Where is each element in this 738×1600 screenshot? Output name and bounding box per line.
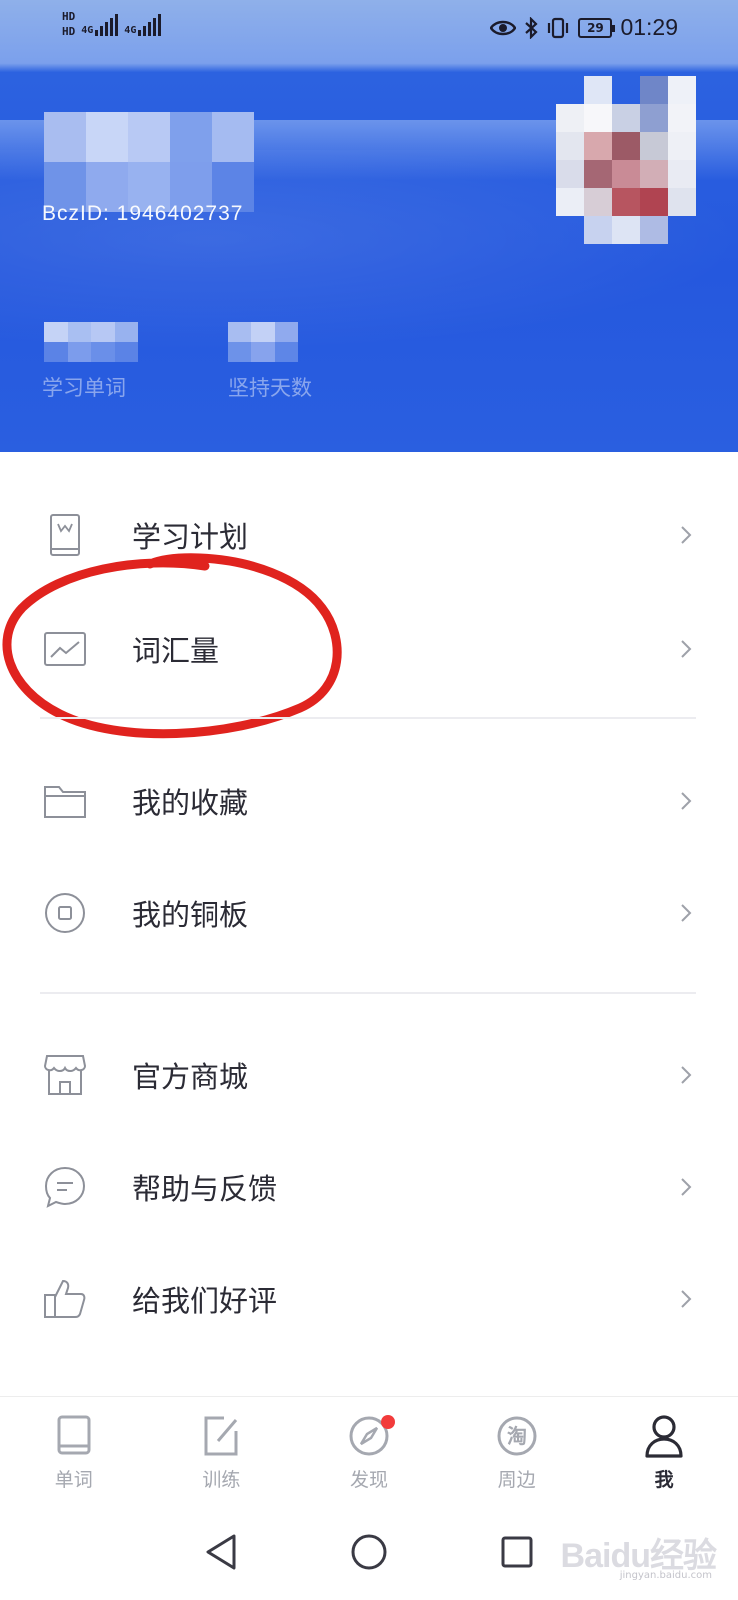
menu-shop[interactable]: 官方商城 — [0, 1020, 738, 1130]
shop-icon — [42, 1052, 88, 1098]
clock: 01:29 — [620, 14, 678, 40]
tab-label-training: 训练 — [202, 1469, 241, 1491]
status-bar: HD HD 4G 4G 29 01:29 — [0, 0, 738, 58]
chevron-right-icon — [676, 791, 696, 811]
hd-2: HD — [62, 25, 76, 38]
hd-1: HD — [62, 10, 76, 23]
username-redacted — [44, 112, 254, 212]
chat-icon — [42, 1164, 88, 1210]
stat-label-words: 学习单词 — [42, 376, 126, 400]
signal-1-icon — [95, 10, 119, 36]
chevron-right-icon — [676, 639, 696, 659]
menu-label-vocabulary: 词汇量 — [132, 634, 220, 668]
recents-icon[interactable] — [494, 1529, 540, 1575]
coin-icon — [42, 890, 88, 936]
back-icon[interactable] — [198, 1529, 244, 1575]
divider — [40, 717, 696, 719]
chevron-right-icon — [676, 1289, 696, 1309]
tab-me[interactable]: 我 — [590, 1397, 738, 1504]
tab-label-discover: 发现 — [349, 1469, 388, 1491]
divider — [40, 992, 696, 994]
menu-label-shop: 官方商城 — [132, 1060, 249, 1094]
menu-label-rate-us: 给我们好评 — [132, 1284, 278, 1318]
avatar[interactable] — [556, 76, 696, 244]
tab-nearby[interactable]: 淘 周边 — [443, 1397, 591, 1504]
menu-coins[interactable]: 我的铜板 — [0, 858, 738, 968]
bluetooth-icon — [525, 16, 539, 39]
chevron-right-icon — [676, 1065, 696, 1085]
network-2-label: 4G — [124, 25, 137, 36]
tab-discover[interactable]: 发现 — [295, 1397, 443, 1504]
network-1-label: 4G — [81, 25, 94, 36]
vibrate-icon — [548, 17, 569, 38]
watermark-url: jingyan.baidu.com — [619, 1570, 712, 1581]
battery-icon: 29 — [578, 17, 616, 38]
app-screen: HD HD 4G 4G 29 01:29 BczID: 1946402737 学… — [0, 0, 738, 1600]
eye-icon — [490, 20, 517, 35]
tab-training[interactable]: 训练 — [148, 1397, 296, 1504]
tab-label-nearby: 周边 — [497, 1469, 536, 1491]
menu-label-favorites: 我的收藏 — [132, 786, 249, 820]
network-2: 4G — [124, 10, 162, 36]
signal-2-icon — [138, 10, 162, 36]
notification-badge — [381, 1415, 396, 1429]
status-right: 29 01:29 — [490, 14, 678, 41]
tab-label-me: 我 — [654, 1469, 674, 1491]
days-value-redacted — [228, 322, 298, 362]
profile-header: HD HD 4G 4G 29 01:29 BczID: 1946402737 学… — [0, 0, 738, 452]
user-icon — [641, 1413, 687, 1459]
menu-vocabulary[interactable]: 词汇量 — [0, 594, 738, 704]
hd-indicators: HD HD — [62, 10, 75, 38]
edit-icon — [198, 1413, 244, 1459]
tab-label-words: 单词 — [54, 1469, 93, 1491]
folder-icon — [42, 778, 88, 824]
menu-label-coins: 我的铜板 — [132, 898, 249, 932]
menu-label-help-feedback: 帮助与反馈 — [132, 1172, 278, 1206]
menu-rate-us[interactable]: 给我们好评 — [0, 1244, 738, 1354]
status-left: HD HD 4G 4G — [62, 10, 162, 38]
chart-icon — [42, 626, 88, 672]
taobao-icon: 淘 — [494, 1413, 540, 1459]
menu-label-study-plan: 学习计划 — [132, 520, 249, 554]
chevron-right-icon — [676, 525, 696, 545]
home-icon[interactable] — [346, 1529, 392, 1575]
menu-study-plan[interactable]: 学习计划 — [0, 480, 738, 590]
chevron-right-icon — [676, 903, 696, 923]
stat-label-days: 坚持天数 — [228, 376, 312, 400]
chevron-right-icon — [676, 1177, 696, 1197]
tab-words[interactable]: 单词 — [0, 1397, 148, 1504]
book-icon — [42, 512, 88, 558]
network-1: 4G — [81, 10, 119, 36]
menu-help-feedback[interactable]: 帮助与反馈 — [0, 1132, 738, 1242]
book-icon — [51, 1413, 97, 1459]
thumbs-up-icon — [42, 1276, 88, 1322]
words-learned-value-redacted — [44, 322, 138, 362]
bottom-tab-bar: 单词 训练 发现 淘 周边 我 — [0, 1396, 738, 1504]
taobao-icon-glyph: 淘 — [507, 1424, 527, 1448]
bczid-text: BczID: 1946402737 — [42, 202, 244, 225]
menu-favorites[interactable]: 我的收藏 — [0, 746, 738, 856]
